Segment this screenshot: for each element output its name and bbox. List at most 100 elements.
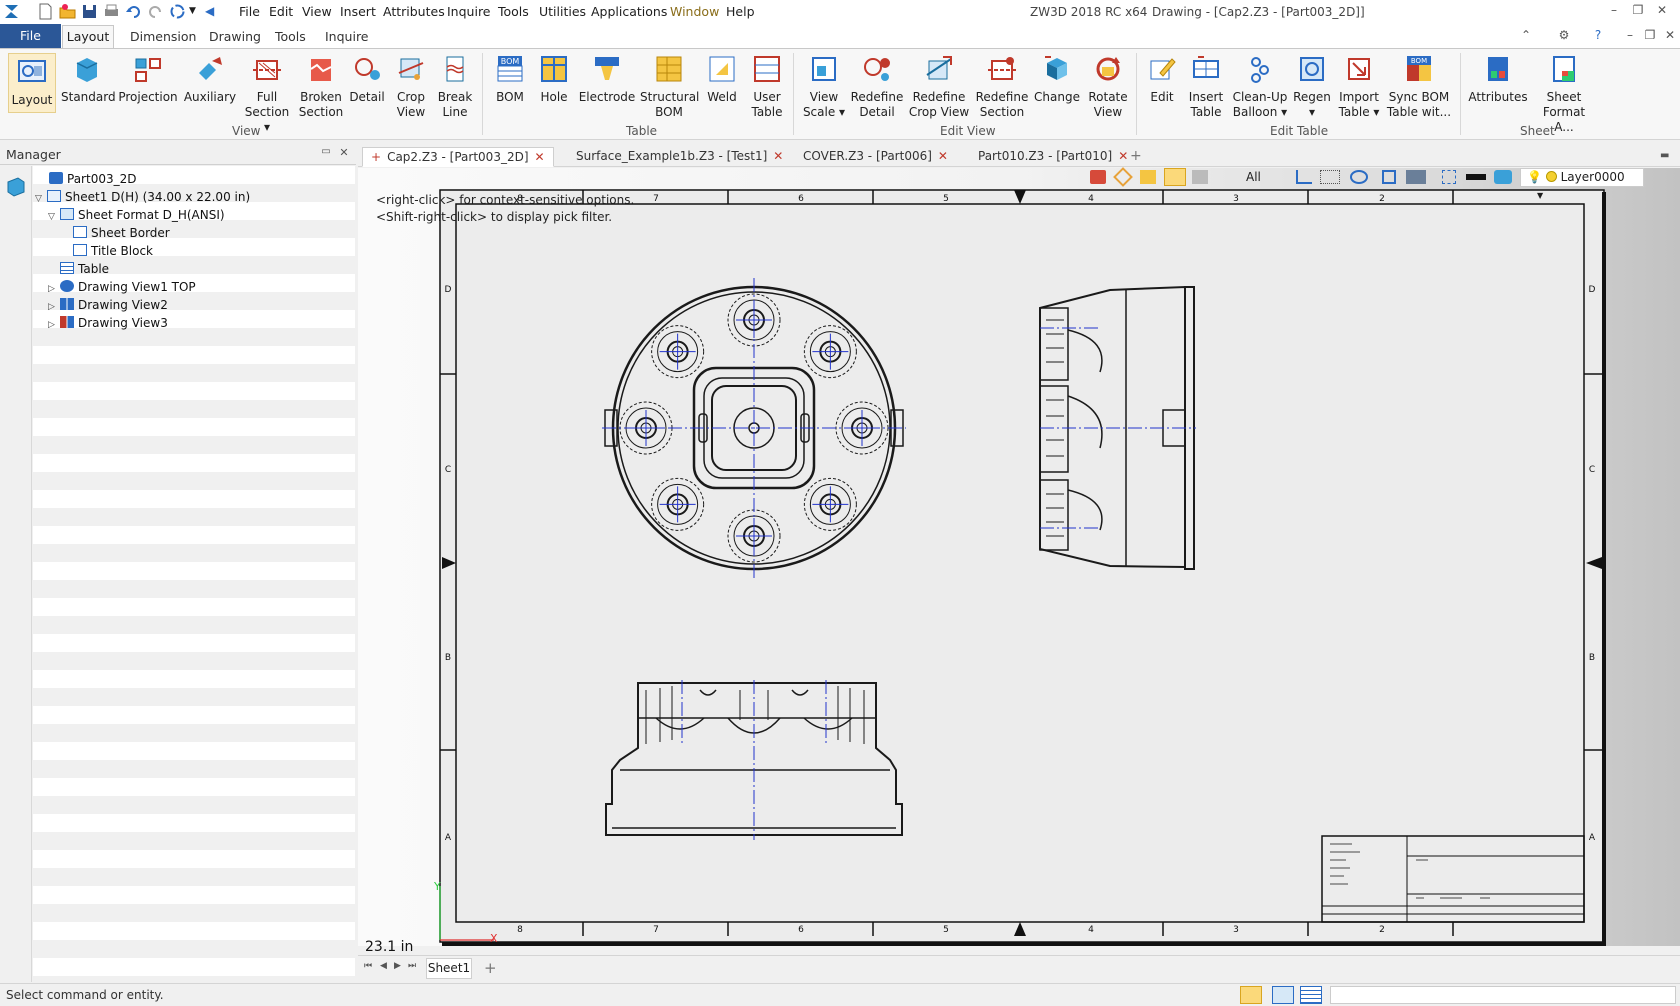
- collapse-left-icon[interactable]: ◀: [205, 4, 222, 21]
- sheet-tab-sheet1[interactable]: Sheet1: [426, 958, 472, 979]
- tab-list-dropdown-icon[interactable]: ▬: [1660, 147, 1669, 167]
- prev-sheet-icon[interactable]: ◀: [380, 961, 387, 971]
- exit-icon[interactable]: [1090, 170, 1106, 184]
- broken-section-button[interactable]: Broken Section: [296, 53, 346, 120]
- restore-icon[interactable]: ❐: [1630, 3, 1646, 19]
- doc-minimize-icon[interactable]: –: [1622, 28, 1638, 44]
- zoom-icon[interactable]: [1350, 170, 1368, 184]
- new-tab-button[interactable]: +: [1130, 147, 1142, 167]
- open-file-icon[interactable]: [59, 3, 76, 20]
- menu-inquire[interactable]: Inquire: [447, 4, 491, 19]
- tab-close-icon[interactable]: ✕: [938, 149, 948, 163]
- redefine-crop-view-button[interactable]: Redefine Crop View: [907, 53, 971, 120]
- tab-layout[interactable]: Layout: [62, 25, 114, 48]
- structural-bom-button[interactable]: Structural BOM: [640, 53, 699, 120]
- manager-close-icon[interactable]: ✕: [336, 146, 352, 162]
- attributes-button[interactable]: Attributes: [1468, 53, 1528, 105]
- display-mode-icon[interactable]: [1406, 170, 1426, 184]
- menu-insert[interactable]: Insert: [340, 4, 376, 19]
- break-line-button[interactable]: Break Line: [434, 53, 476, 120]
- minimize-icon[interactable]: –: [1606, 3, 1622, 19]
- tab-inquire[interactable]: Inquire: [325, 29, 369, 44]
- standard-button[interactable]: Standard: [61, 53, 116, 105]
- filter-all-select[interactable]: All: [1246, 170, 1261, 184]
- clean-up-balloon-button[interactable]: Clean-Up Balloon ▾: [1232, 53, 1288, 120]
- menu-window[interactable]: Window: [670, 4, 719, 19]
- expand-arrow-icon[interactable]: ▷: [48, 316, 60, 334]
- rotate-view-button[interactable]: Rotate View: [1085, 53, 1131, 120]
- history-manager-icon[interactable]: [5, 176, 27, 198]
- help-icon[interactable]: ?: [1590, 28, 1606, 44]
- fit-view-icon[interactable]: [1382, 170, 1396, 184]
- doc-restore-icon[interactable]: ❐: [1642, 28, 1658, 44]
- view-scale-button[interactable]: View Scale ▾: [800, 53, 848, 120]
- tree-node-sheet-border[interactable]: Sheet Border: [73, 224, 170, 242]
- pick-filter-active-icon[interactable]: [1164, 168, 1186, 186]
- full-section-button[interactable]: Full Section ▾: [241, 53, 293, 135]
- pencil-icon[interactable]: [1113, 167, 1133, 187]
- redefine-section-button[interactable]: Redefine Section: [974, 53, 1030, 120]
- print-icon[interactable]: [103, 3, 120, 20]
- tab-file[interactable]: File: [0, 24, 61, 48]
- import-table-button[interactable]: Import Table ▾: [1334, 53, 1384, 120]
- doc-tab-cap2[interactable]: + Cap2.Z3 - [Part003_2D] ✕: [362, 147, 554, 167]
- grid-icon[interactable]: [1320, 170, 1340, 184]
- tree-node-sheet1[interactable]: ▽ Sheet1 D(H) (34.00 x 22.00 in): [35, 188, 250, 206]
- sheet-format-button[interactable]: Sheet Format A...: [1534, 53, 1594, 135]
- new-file-icon[interactable]: [37, 3, 54, 20]
- drawing-mode-icon[interactable]: [1240, 986, 1262, 1004]
- tab-dimension[interactable]: Dimension: [130, 29, 196, 44]
- menu-utilities[interactable]: Utilities: [539, 4, 586, 19]
- redo-icon[interactable]: [147, 3, 164, 20]
- menu-edit[interactable]: Edit: [269, 4, 293, 19]
- menu-view[interactable]: View: [302, 4, 332, 19]
- hole-button[interactable]: Hole: [534, 53, 574, 105]
- command-input[interactable]: [1330, 986, 1676, 1004]
- change-button[interactable]: Change: [1034, 53, 1080, 105]
- brush-icon[interactable]: [1140, 170, 1156, 184]
- user-table-button[interactable]: User Table: [746, 53, 788, 120]
- drawing-canvas[interactable]: 8765432 8765432 DCBA DCBA Y X: [358, 168, 1680, 946]
- tree-node-root[interactable]: Part003_2D: [37, 170, 136, 188]
- tab-close-icon[interactable]: ✕: [535, 150, 545, 164]
- settings-gear-icon[interactable]: ⚙: [1556, 28, 1572, 44]
- auxiliary-button[interactable]: Auxiliary: [182, 53, 238, 105]
- projection-button[interactable]: Projection: [117, 53, 179, 105]
- list-icon[interactable]: [1300, 986, 1322, 1004]
- menu-file[interactable]: File: [239, 4, 260, 19]
- save-icon[interactable]: [81, 3, 98, 20]
- last-sheet-icon[interactable]: ⏭: [408, 961, 416, 971]
- quick-access-dropdown-icon[interactable]: ▼: [189, 6, 206, 23]
- undo-icon[interactable]: [125, 3, 142, 20]
- tree-node-drawing-view1[interactable]: ▷ Drawing View1 TOP: [48, 278, 196, 296]
- bom-button[interactable]: BOM BOM: [490, 53, 530, 105]
- tab-close-icon[interactable]: ✕: [1118, 149, 1128, 163]
- filter-icon[interactable]: [1192, 170, 1208, 184]
- drawing-viewport[interactable]: 8765432 8765432 DCBA DCBA Y X All 💡 Laye…: [358, 167, 1680, 946]
- collapse-arrow-icon[interactable]: ▽: [48, 208, 60, 226]
- crop-view-button[interactable]: Crop View: [390, 53, 432, 120]
- sync-bom-table-button[interactable]: BOM Sync BOM Table wit...: [1386, 53, 1452, 120]
- doc-tab-cover[interactable]: COVER.Z3 - [Part006] ✕: [803, 147, 948, 167]
- detail-button[interactable]: Detail: [349, 53, 385, 105]
- tree-node-table[interactable]: Table: [60, 260, 109, 278]
- tree-node-drawing-view2[interactable]: ▷ Drawing View2: [48, 296, 168, 314]
- add-sheet-button[interactable]: +: [484, 959, 497, 977]
- electrode-button[interactable]: Electrode: [578, 53, 636, 105]
- screen-icon[interactable]: [1272, 986, 1294, 1004]
- menu-applications[interactable]: Applications: [591, 4, 667, 19]
- collapse-arrow-icon[interactable]: ▽: [35, 190, 47, 208]
- layout-button[interactable]: Layout: [8, 53, 56, 113]
- pin-icon[interactable]: ▭: [318, 146, 334, 162]
- app-logo-icon[interactable]: [3, 3, 20, 20]
- insert-table-button[interactable]: Insert Table: [1184, 53, 1228, 120]
- tab-close-icon[interactable]: ✕: [773, 149, 783, 163]
- ribbon-collapse-icon[interactable]: ⌃: [1518, 28, 1534, 44]
- doc-tab-surface-example[interactable]: Surface_Example1b.Z3 - [Test1] ✕: [576, 147, 783, 167]
- doc-close-icon[interactable]: ✕: [1662, 28, 1678, 44]
- tree-node-sheet-format[interactable]: ▽ Sheet Format D_H(ANSI): [48, 206, 225, 224]
- refresh-icon[interactable]: [169, 3, 186, 20]
- menu-tools[interactable]: Tools: [498, 4, 529, 19]
- edit-table-button[interactable]: Edit: [1143, 53, 1181, 105]
- doc-tab-part010[interactable]: Part010.Z3 - [Part010] ✕: [978, 147, 1128, 167]
